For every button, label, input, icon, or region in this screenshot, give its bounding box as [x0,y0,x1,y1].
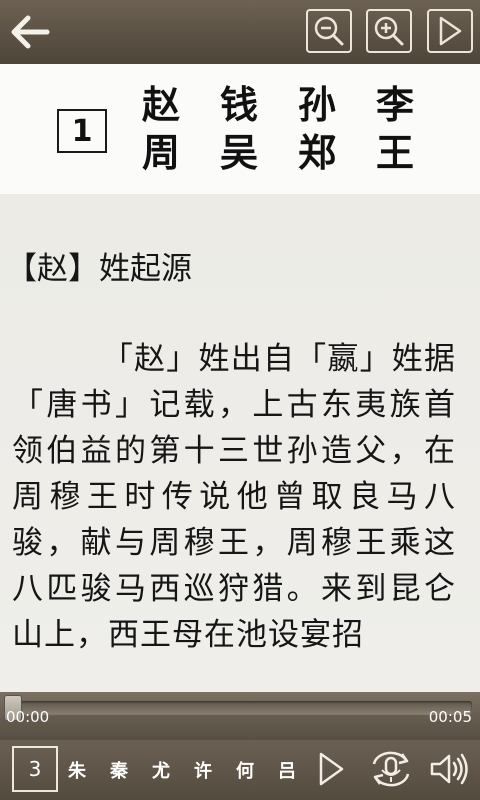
repeat-button[interactable] [364,746,418,792]
title-char: 吴 [219,131,258,175]
article-paragraph: 「赵」姓出自「嬴」姓据「唐书」记载，上古东夷族首领伯益的第十三世孙造父，在周穆王… [12,341,456,653]
zoom-out-icon [314,16,344,46]
lesson-number: 1 [57,109,107,153]
top-toolbar [0,0,480,64]
preview-char: 朱 [68,761,86,782]
total-time: 00:05 [428,708,472,726]
article-body: 【赵】姓起源 「赵」姓出自「嬴」姓据「唐书」记载，上古东夷族首领伯益的第十三世孙… [6,246,456,658]
next-lesson-preview[interactable]: 朱 秦 尤 许 何 吕 [68,740,300,800]
preview-char: 何 [236,761,254,782]
zoom-in-button[interactable] [366,9,412,53]
play-button-top[interactable] [427,9,473,53]
page-number-button[interactable]: 3 [12,746,58,792]
zoom-in-icon [374,16,404,46]
play-icon [319,752,344,786]
article-heading: 【赵】姓起源 [6,251,192,287]
title-char: 周 [141,131,180,175]
bottom-toolbar: 3 朱 秦 尤 许 何 吕 [0,740,480,800]
lesson-title: 赵 钱 孙 李 周 吴 郑 王 [122,82,422,176]
play-icon [439,16,462,46]
arrow-left-icon [11,15,50,49]
title-char: 李 [375,83,414,127]
preview-char: 秦 [110,761,128,782]
preview-char: 吕 [278,761,296,782]
preview-char: 许 [194,761,212,782]
repeat-icon [372,751,410,787]
volume-button[interactable] [426,746,474,792]
title-char: 钱 [219,83,258,127]
back-button[interactable] [6,10,54,54]
current-time: 00:00 [6,708,50,726]
preview-char: 尤 [152,761,170,782]
article-content[interactable]: 【赵】姓起源 「赵」姓出自「嬴」姓据「唐书」记载，上古东夷族首领伯益的第十三世孙… [0,194,480,692]
zoom-out-button[interactable] [306,9,352,53]
audio-progress: 00:00 00:05 [0,692,480,740]
title-char: 郑 [297,131,336,175]
title-char: 孙 [297,83,336,127]
speaker-icon [430,753,468,785]
progress-track[interactable] [8,701,472,715]
title-char: 王 [375,131,414,175]
play-button[interactable] [308,746,354,792]
title-char: 赵 [141,83,180,127]
